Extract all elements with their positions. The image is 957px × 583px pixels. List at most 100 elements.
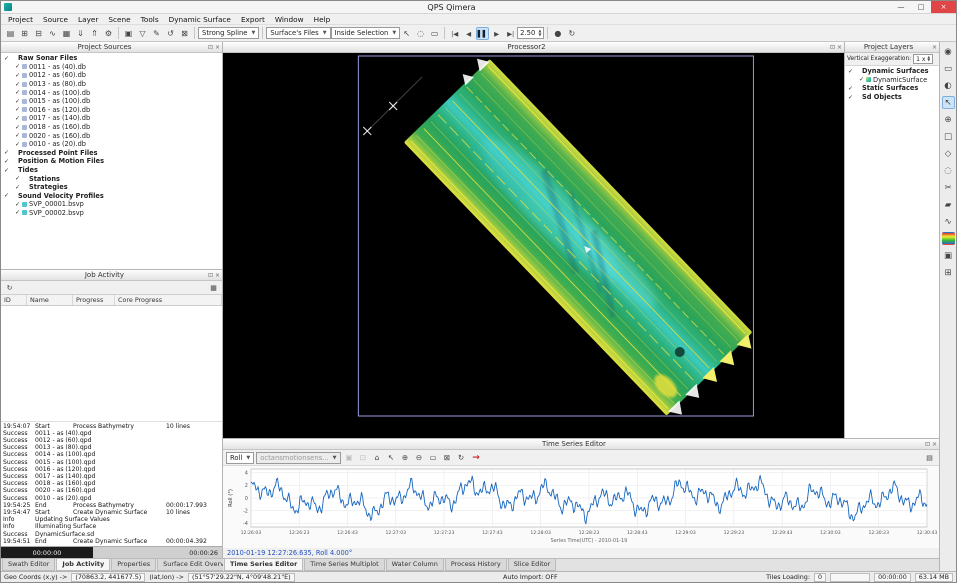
save-project-icon[interactable]: ▦ bbox=[60, 27, 73, 40]
home-view-icon[interactable]: ⌂ bbox=[371, 451, 384, 464]
checkbox[interactable]: ✓ bbox=[15, 124, 20, 131]
job-column-header[interactable]: Name bbox=[27, 295, 73, 305]
maximize-button[interactable]: □ bbox=[911, 1, 931, 13]
colormap-icon[interactable] bbox=[942, 232, 955, 245]
export-data-icon[interactable]: ⇑ bbox=[88, 27, 101, 40]
crosshair-icon[interactable]: ⊕ bbox=[942, 113, 955, 126]
polygon-select-icon[interactable]: ◇ bbox=[942, 147, 955, 160]
record-icon[interactable]: ● bbox=[551, 27, 564, 40]
tree-item[interactable]: ✓ 0014 - as (100).db bbox=[1, 88, 222, 97]
float-panel-icon[interactable]: ⊡ bbox=[830, 44, 835, 51]
refresh-view-icon[interactable]: ↻ bbox=[565, 27, 578, 40]
device-select[interactable]: octansmotionsens...▼ bbox=[256, 452, 340, 464]
left-tab[interactable]: Swath Editor bbox=[2, 559, 55, 571]
series-select[interactable]: Roll▼ bbox=[226, 452, 254, 464]
menu-item[interactable]: Project bbox=[3, 15, 38, 24]
bottom-tab[interactable]: Water Column bbox=[386, 559, 444, 571]
zoom-in-icon[interactable]: ⊕ bbox=[399, 451, 412, 464]
tree-item[interactable]: ✓ Position & Motion Files bbox=[1, 157, 222, 166]
refresh-jobs-icon[interactable]: ↻ bbox=[3, 281, 16, 294]
checkbox[interactable]: ✓ bbox=[15, 209, 20, 216]
profile-icon[interactable]: ∿ bbox=[942, 215, 955, 228]
menu-item[interactable]: Help bbox=[309, 15, 336, 24]
process-bathymetry-icon[interactable]: ▣ bbox=[122, 27, 135, 40]
job-column-header[interactable]: Progress bbox=[73, 295, 115, 305]
tree-item[interactable]: ✓ 0010 - as (20).db bbox=[1, 140, 222, 149]
checkbox[interactable]: ✓ bbox=[15, 175, 20, 182]
go-last-button[interactable]: ▶| bbox=[504, 27, 517, 40]
close-button[interactable]: × bbox=[931, 1, 956, 13]
tree-item[interactable]: ✓ 0013 - as (80).db bbox=[1, 80, 222, 89]
float-panel-icon[interactable]: ⊡ bbox=[208, 44, 213, 51]
undo-icon[interactable]: ↺ bbox=[164, 27, 177, 40]
menu-item[interactable]: Dynamic Surface bbox=[164, 15, 236, 24]
step-back-button[interactable]: ◀ bbox=[462, 27, 475, 40]
menu-item[interactable]: Export bbox=[236, 15, 270, 24]
tree-item[interactable]: ✓ DynamicSurface bbox=[845, 76, 939, 85]
tools-icon[interactable]: ⊠ bbox=[178, 27, 191, 40]
lasso-select-icon[interactable]: ◌ bbox=[414, 27, 427, 40]
measure-tool-icon[interactable]: ⊠ bbox=[441, 451, 454, 464]
checkbox[interactable]: ✓ bbox=[848, 85, 853, 92]
rect-select-icon[interactable]: ▭ bbox=[428, 27, 441, 40]
play-button[interactable]: ▶ bbox=[490, 27, 503, 40]
rect-select-icon[interactable]: □ bbox=[942, 130, 955, 143]
close-panel-icon[interactable]: × bbox=[837, 44, 842, 51]
copy-plot-icon[interactable]: ⊡ bbox=[357, 451, 370, 464]
checkbox[interactable]: ✓ bbox=[4, 158, 9, 165]
bottom-tab[interactable]: Time Series Multiplot bbox=[304, 559, 384, 571]
stepper-arrows-icon[interactable]: ▲▼ bbox=[927, 56, 930, 62]
bottom-tab[interactable]: Process History bbox=[445, 559, 507, 571]
job-grid-icon[interactable]: ▦ bbox=[207, 281, 220, 294]
tree-item[interactable]: ✓ Stations bbox=[1, 174, 222, 183]
select-cursor-icon[interactable]: ↖ bbox=[942, 96, 955, 109]
tree-item[interactable]: ✓ Sound Velocity Profiles bbox=[1, 192, 222, 201]
checkbox[interactable]: ✓ bbox=[848, 94, 853, 101]
slice-icon[interactable]: ✂ bbox=[942, 181, 955, 194]
filter-points-icon[interactable]: ▽ bbox=[136, 27, 149, 40]
close-panel-icon[interactable]: × bbox=[215, 44, 220, 51]
checkbox[interactable]: ✓ bbox=[4, 167, 9, 174]
explore-icon[interactable]: ◉ bbox=[942, 45, 955, 58]
menu-item[interactable]: Tools bbox=[136, 15, 164, 24]
checkbox[interactable]: ✓ bbox=[4, 149, 9, 156]
spline-mode-select[interactable]: Strong Spline▼ bbox=[198, 27, 259, 39]
open-project-icon[interactable]: ▤ bbox=[4, 27, 17, 40]
box-zoom-icon[interactable]: ▭ bbox=[427, 451, 440, 464]
job-table-body[interactable] bbox=[1, 306, 222, 421]
checkbox[interactable]: ✓ bbox=[848, 68, 853, 75]
menu-item[interactable]: Scene bbox=[103, 15, 135, 24]
close-panel-icon[interactable]: × bbox=[215, 272, 220, 279]
tree-item[interactable]: ✓ 0018 - as (160).db bbox=[1, 123, 222, 132]
reset-plot-icon[interactable]: ↻ bbox=[455, 451, 468, 464]
bottom-tab[interactable]: Time Series Editor bbox=[224, 559, 303, 571]
stepper-arrows-icon[interactable]: ▲▼ bbox=[538, 29, 541, 36]
shade-icon[interactable]: ◐ bbox=[942, 79, 955, 92]
add-position-motion-icon[interactable]: ∿ bbox=[46, 27, 59, 40]
bottom-tab[interactable]: Slice Editor bbox=[508, 559, 557, 571]
checkbox[interactable]: ✓ bbox=[15, 72, 20, 79]
dotted-select-icon[interactable]: ◌ bbox=[942, 164, 955, 177]
tree-item[interactable]: ✓ Processed Point Files bbox=[1, 149, 222, 158]
checkbox[interactable]: ✓ bbox=[15, 89, 20, 96]
selection-mode-select[interactable]: Inside Selection▼ bbox=[331, 27, 401, 39]
tree-item[interactable]: ✓ 0012 - as (60).db bbox=[1, 71, 222, 80]
tree-item[interactable]: ✓ SVP_00001.bsvp bbox=[1, 200, 222, 209]
left-tab[interactable]: Job Activity bbox=[56, 559, 110, 571]
display-settings-icon[interactable]: ▣ bbox=[942, 249, 955, 262]
checkbox[interactable]: ✓ bbox=[15, 115, 20, 122]
checkbox[interactable]: ✓ bbox=[859, 76, 864, 83]
checkbox[interactable]: ✓ bbox=[15, 106, 20, 113]
float-panel-icon[interactable]: ⊡ bbox=[925, 441, 930, 448]
tree-item[interactable]: ✓ Tides bbox=[1, 166, 222, 175]
tree-item[interactable]: ✓ 0011 - as (40).db bbox=[1, 63, 222, 72]
save-plot-icon[interactable]: ▣ bbox=[343, 451, 356, 464]
tree-item[interactable]: ✓ Dynamic Surfaces bbox=[845, 67, 939, 76]
move-axes-icon[interactable]: ⊞ bbox=[942, 266, 955, 279]
left-tab[interactable]: Properties bbox=[111, 559, 156, 571]
menu-item[interactable]: Source bbox=[38, 15, 73, 24]
menu-item[interactable]: Layer bbox=[73, 15, 103, 24]
checkbox[interactable]: ✓ bbox=[15, 184, 20, 191]
scene-viewport[interactable] bbox=[223, 53, 844, 438]
checkbox[interactable]: ✓ bbox=[15, 141, 20, 148]
